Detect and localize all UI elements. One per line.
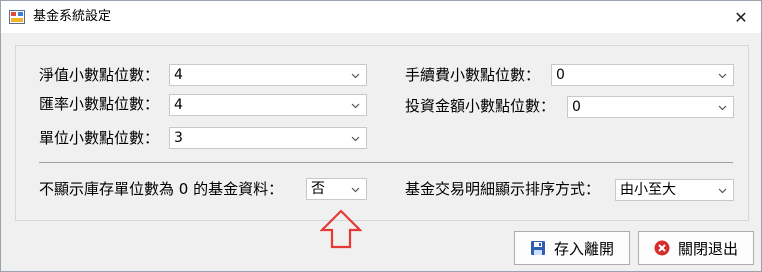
amount-decimal-value: 0	[572, 99, 581, 115]
unit-decimal-select[interactable]: 3	[169, 127, 367, 149]
sort-order-value: 由小至大	[620, 182, 676, 198]
close-icon: ✕	[734, 7, 748, 27]
chevron-down-icon	[351, 73, 360, 79]
hide-zero-units-select[interactable]: 否	[306, 178, 367, 200]
nav-decimal-select[interactable]: 4	[169, 64, 367, 86]
settings-window: 基金系統設定 ✕ 淨值小數點位數： 4 匯率小數點位數： 4 單位小數點位數： …	[0, 0, 762, 272]
sort-order-label: 基金交易明細顯示排序方式：	[405, 180, 601, 198]
fee-decimal-value: 0	[556, 67, 565, 83]
hide-zero-units-label: 不顯示庫存單位數為 0 的基金資料：	[39, 180, 284, 198]
nav-decimal-value: 4	[174, 67, 183, 83]
amount-decimal-label: 投資金額小數點位數：	[405, 97, 556, 115]
hide-zero-units-value: 否	[311, 181, 325, 197]
save-exit-label: 存入離開	[553, 239, 614, 258]
section-divider	[39, 162, 733, 163]
unit-decimal-label: 單位小數點位數：	[39, 129, 160, 147]
save-exit-button[interactable]: 存入離開	[514, 231, 630, 265]
close-circle-icon	[654, 240, 670, 256]
title-bar: 基金系統設定 ✕	[1, 1, 761, 33]
fx-decimal-label: 匯率小數點位數：	[39, 95, 160, 113]
chevron-down-icon	[718, 73, 727, 79]
chevron-down-icon	[718, 105, 727, 111]
app-icon	[9, 10, 25, 24]
nav-decimal-label: 淨值小數點位數：	[39, 66, 160, 84]
up-arrow-icon	[320, 209, 362, 249]
save-icon	[530, 241, 545, 255]
close-exit-label: 關閉退出	[677, 239, 738, 258]
fx-decimal-select[interactable]: 4	[169, 94, 367, 116]
fx-decimal-value: 4	[174, 97, 183, 113]
amount-decimal-select[interactable]: 0	[567, 96, 734, 118]
unit-decimal-value: 3	[174, 130, 183, 146]
window-close-button[interactable]: ✕	[721, 1, 761, 33]
sort-order-select[interactable]: 由小至大	[615, 179, 734, 201]
chevron-down-icon	[718, 188, 727, 194]
close-exit-button[interactable]: 關閉退出	[638, 231, 754, 265]
fee-decimal-select[interactable]: 0	[551, 64, 734, 86]
chevron-down-icon	[351, 103, 360, 109]
chevron-down-icon	[351, 136, 360, 142]
chevron-down-icon	[351, 187, 360, 193]
window-title: 基金系統設定	[33, 9, 112, 24]
fee-decimal-label: 手續費小數點位數：	[405, 66, 541, 84]
